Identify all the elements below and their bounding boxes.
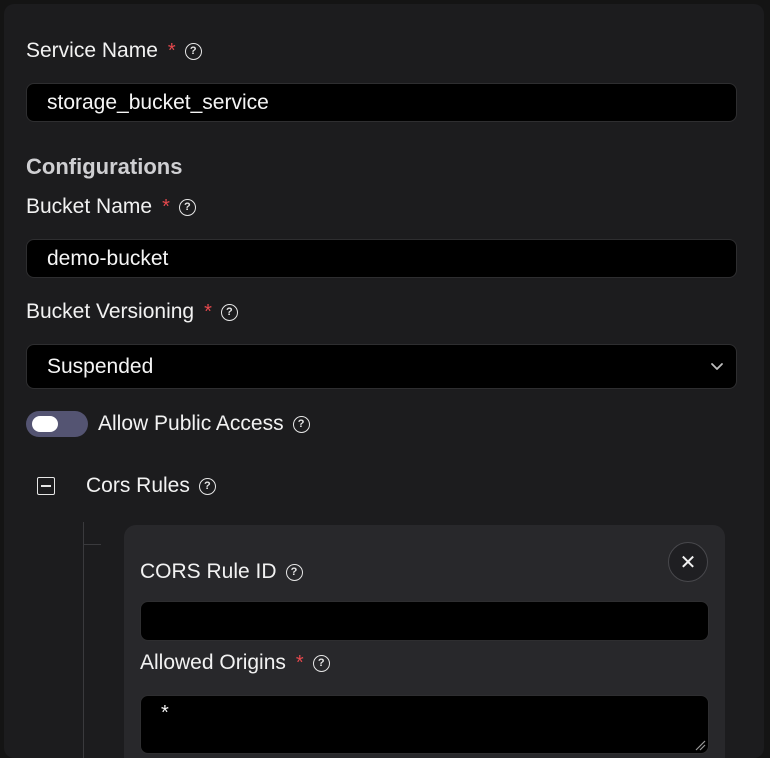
bucket-name-label-row: Bucket Name * ? (26, 194, 196, 220)
required-marker: * (167, 40, 176, 62)
allow-public-access-toggle[interactable] (26, 411, 88, 437)
bucket-name-label: Bucket Name (26, 195, 153, 218)
bucket-versioning-value: Suspended (47, 354, 154, 378)
allowed-origins-textarea[interactable]: * (140, 695, 709, 754)
allowed-origins-value: * (161, 702, 169, 724)
cors-rule-id-input[interactable] (140, 601, 709, 641)
remove-rule-button[interactable]: ✕ (668, 542, 708, 582)
bucket-versioning-select[interactable]: Suspended (26, 344, 737, 389)
service-name-input[interactable]: storage_bucket_service (26, 83, 737, 122)
cors-rules-label: Cors Rules (86, 474, 190, 497)
required-marker: * (295, 652, 304, 674)
tree-connector-horizontal (83, 544, 101, 545)
bucket-versioning-label: Bucket Versioning (26, 300, 195, 323)
cors-rule-id-label-row: CORS Rule ID ? (140, 559, 303, 585)
configurations-heading: Configurations (26, 154, 183, 179)
bucket-name-value: demo-bucket (47, 246, 169, 270)
service-name-value: storage_bucket_service (47, 90, 269, 114)
form-panel: Service Name * ? storage_bucket_service … (4, 4, 764, 758)
allowed-origins-label: Allowed Origins (140, 651, 286, 674)
cors-rules-label-row: Cors Rules ? (86, 473, 216, 499)
bucket-name-input[interactable]: demo-bucket (26, 239, 737, 278)
required-marker: * (204, 301, 212, 323)
help-icon[interactable]: ? (184, 42, 202, 60)
tree-connector-vertical (83, 522, 84, 758)
allowed-origins-label-row: Allowed Origins * ? (140, 650, 330, 676)
service-name-label: Service Name (26, 39, 158, 62)
toggle-knob (32, 416, 58, 432)
allow-public-access-label: Allow Public Access (98, 412, 284, 435)
collapse-minus-icon[interactable] (37, 477, 55, 495)
service-name-label-row: Service Name * ? (26, 38, 202, 64)
help-icon[interactable]: ? (292, 415, 310, 433)
help-icon[interactable]: ? (198, 477, 216, 495)
bucket-versioning-label-row: Bucket Versioning * ? (26, 299, 238, 325)
help-icon[interactable]: ? (220, 303, 238, 321)
chevron-down-icon (711, 363, 723, 370)
help-icon[interactable]: ? (285, 563, 303, 581)
close-icon: ✕ (679, 551, 697, 574)
cors-rule-id-label: CORS Rule ID (140, 560, 277, 583)
help-icon[interactable]: ? (178, 198, 196, 216)
required-marker: * (162, 196, 170, 218)
resize-grip-icon[interactable] (694, 739, 706, 751)
help-icon[interactable]: ? (312, 654, 330, 672)
allow-public-access-label-row: Allow Public Access ? (98, 411, 310, 437)
cors-rule-card: ✕ CORS Rule ID ? Allowed Origins * ? * (124, 525, 725, 758)
